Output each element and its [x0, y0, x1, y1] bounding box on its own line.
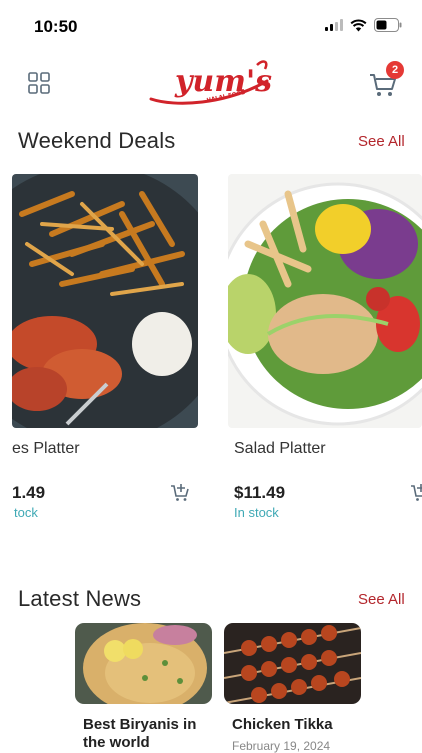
cellular-signal-icon: [325, 19, 343, 31]
status-time: 10:50: [34, 17, 78, 36]
deal-stock-status: In stock: [234, 505, 279, 520]
deal-image[interactable]: [12, 174, 198, 428]
wifi-icon: [350, 18, 367, 31]
latest-news-see-all-link[interactable]: See All: [358, 591, 405, 608]
deal-image[interactable]: [228, 174, 422, 428]
deal-price: $11.49: [234, 483, 286, 502]
add-to-cart-icon[interactable]: [170, 482, 190, 502]
status-bar: 10:50: [0, 0, 422, 52]
news-image[interactable]: [75, 623, 212, 704]
news-title[interactable]: Chicken Tikka: [232, 716, 362, 734]
grid-menu-icon[interactable]: [28, 72, 50, 94]
chicken-fries-platter-image: [12, 174, 198, 428]
news-image[interactable]: [224, 623, 361, 704]
salad-platter-image: [228, 174, 422, 428]
yums-logo: yum's HALAL FOOD: [149, 60, 272, 105]
news-title[interactable]: Best Biryanis in the world: [83, 716, 213, 752]
deal-name: es Platter: [12, 440, 80, 457]
add-to-cart-icon[interactable]: [410, 482, 422, 502]
battery-icon: [374, 18, 402, 32]
weekend-deals-see-all-link[interactable]: See All: [358, 133, 405, 150]
news-date: February 19, 2024: [232, 739, 331, 753]
latest-news-title: Latest News: [18, 586, 142, 611]
deal-price: 1.49: [12, 483, 46, 502]
cart-count-badge: 2: [386, 61, 404, 79]
deal-name: Salad Platter: [234, 440, 326, 457]
chicken-tikka-image: [224, 623, 361, 704]
deal-stock-status: tock: [14, 505, 38, 520]
status-icons: [325, 18, 402, 32]
app-header: yum's HALAL FOOD: [0, 52, 422, 114]
biryani-image: [75, 623, 212, 704]
weekend-deals-title: Weekend Deals: [18, 128, 176, 153]
